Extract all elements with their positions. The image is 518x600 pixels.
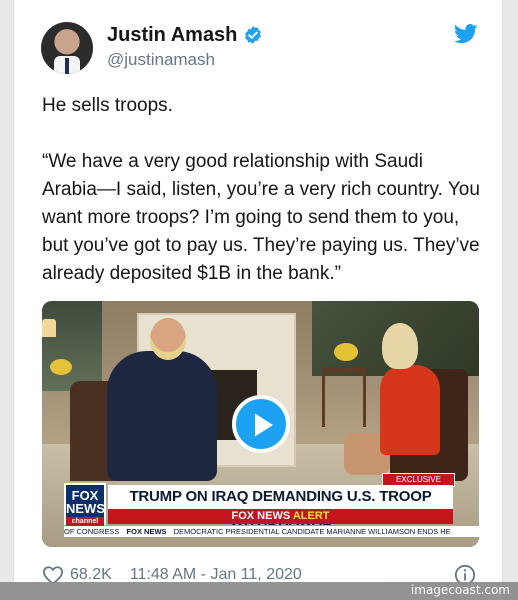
verified-badge-icon	[245, 26, 262, 44]
ticker-right: DEMOCRATIC PRESIDENTIAL CANDIDATE MARIAN…	[173, 527, 451, 536]
scene-side-table	[322, 367, 366, 427]
scene-woman-hair	[382, 323, 418, 369]
tweet-quote: “We have a very good relationship with S…	[42, 151, 480, 284]
scene-man-head	[150, 318, 186, 360]
ticker-left: OF CONGRESS	[64, 527, 120, 536]
news-headline: TRUMP ON IRAQ DEMANDING U.S. TROOP WITHD…	[108, 485, 453, 529]
ticker-brand: FOX NEWS	[126, 527, 167, 536]
play-icon	[255, 413, 273, 437]
play-button[interactable]	[232, 395, 290, 453]
alert-prefix: FOX NEWS	[231, 510, 291, 522]
news-lower-third: EXCLUSIVE FOX NEWS channel TRUMP ON IRAQ…	[42, 473, 479, 547]
scene-flowers-right	[334, 343, 358, 361]
tweet-card: Justin Amash @justinamash He sells troop…	[13, 0, 503, 600]
author-name[interactable]: Justin Amash	[107, 24, 237, 47]
scene-lamp	[42, 319, 56, 337]
news-ticker: OF CONGRESS FOX NEWS DEMOCRATIC PRESIDEN…	[64, 526, 479, 537]
profile-avatar[interactable]	[41, 22, 93, 74]
scene-woman-dress	[380, 365, 440, 455]
twitter-bird-icon[interactable]	[454, 24, 478, 44]
tweet-line-1: He sells troops.	[42, 95, 173, 116]
scene-man-body	[107, 351, 217, 481]
watermark-bar: imagecoast.com	[0, 582, 518, 600]
watermark-text: imagecoast.com	[410, 583, 510, 597]
fox-news-logo: FOX NEWS channel	[64, 483, 106, 526]
scene-flowers-left	[50, 359, 72, 375]
fox-logo-line2: NEWS	[66, 501, 105, 516]
scene-window	[42, 301, 102, 391]
avatar-tie	[65, 58, 69, 74]
alert-word: ALERT	[292, 510, 330, 522]
video-player[interactable]: EXCLUSIVE FOX NEWS channel TRUMP ON IRAQ…	[42, 301, 479, 547]
fox-logo-line3: channel	[66, 517, 104, 526]
author-name-row: Justin Amash	[107, 22, 263, 48]
tweet-text: He sells troops. “We have a very good re…	[42, 92, 482, 288]
news-alert-bar: FOX NEWS ALERT	[108, 509, 453, 524]
author-handle[interactable]: @justinamash	[107, 50, 215, 70]
